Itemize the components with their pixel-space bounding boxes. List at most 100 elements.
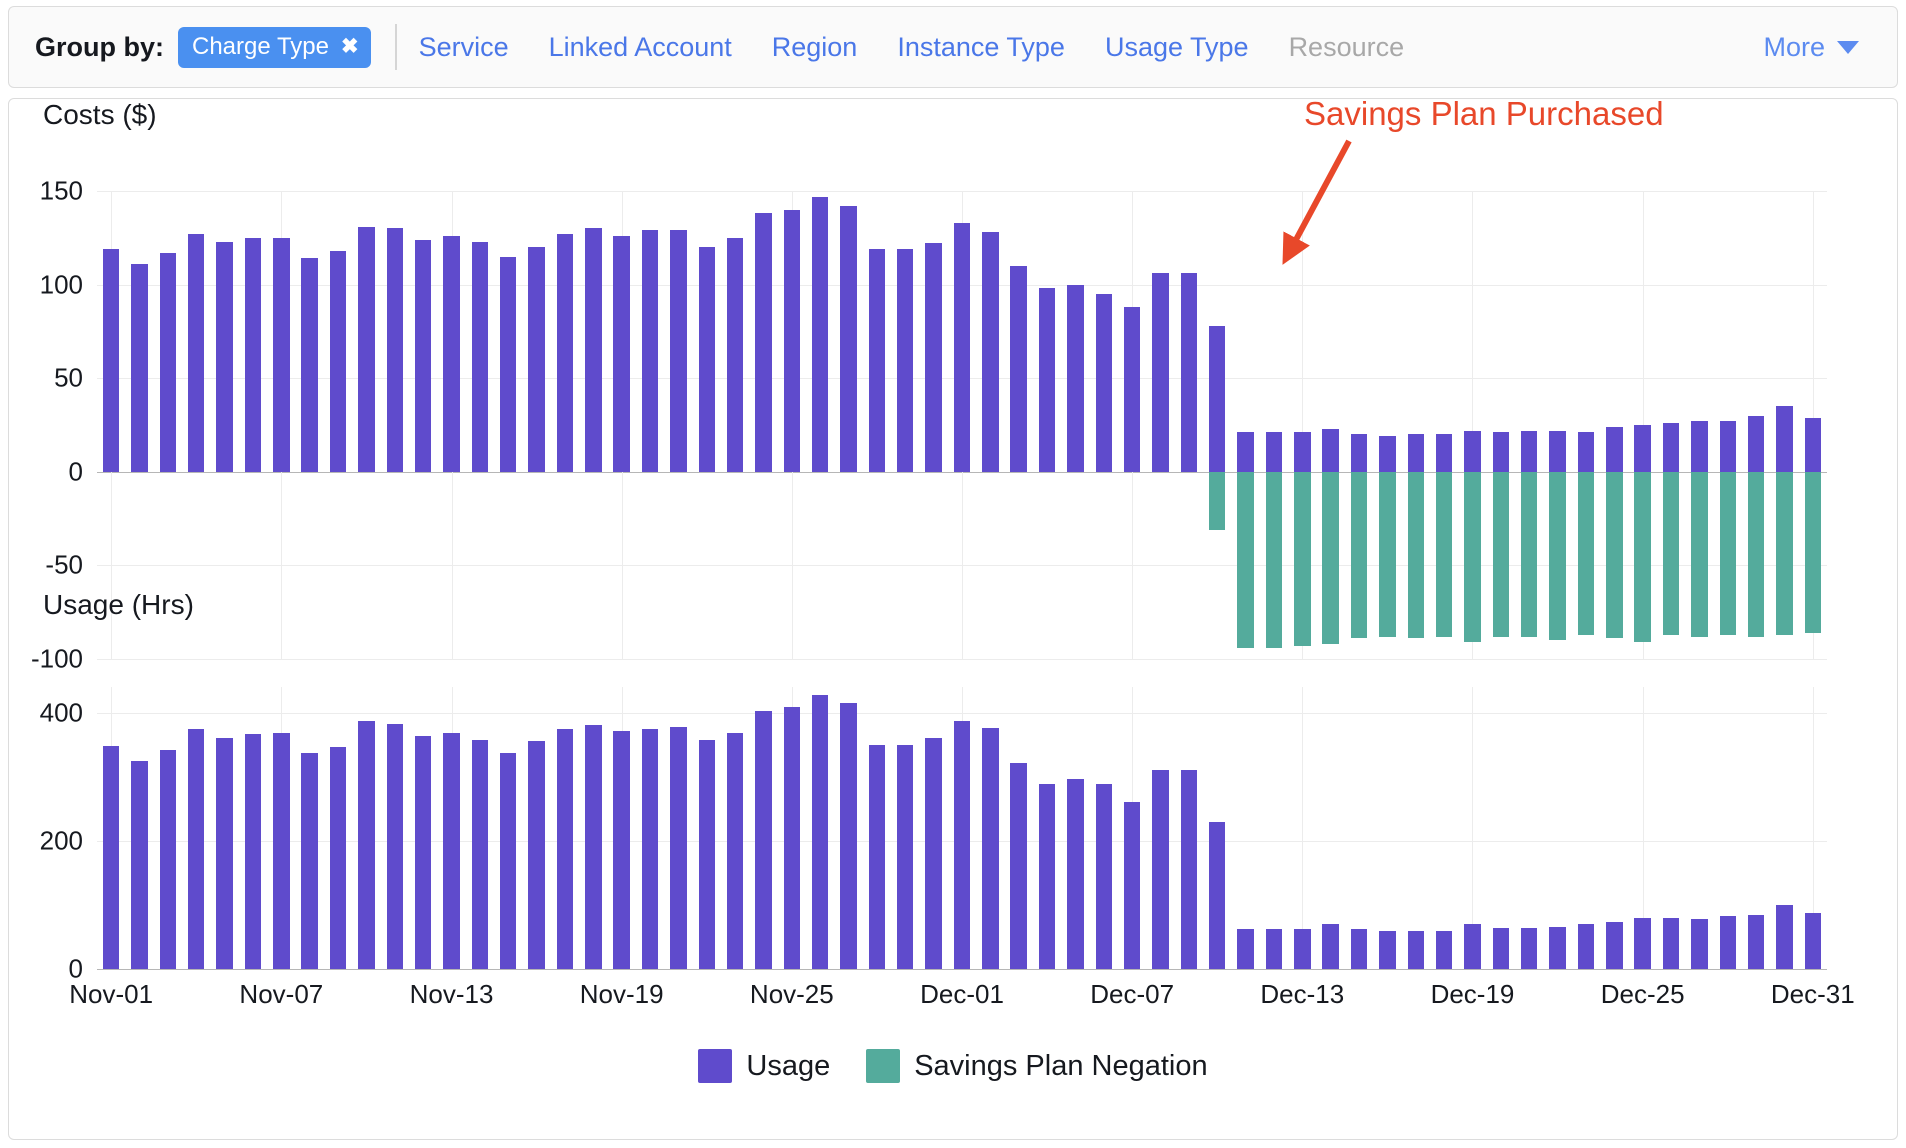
bar-usage[interactable] xyxy=(585,724,602,969)
bar-usage[interactable] xyxy=(698,247,715,472)
legend-item-usage[interactable]: Usage xyxy=(698,1049,830,1083)
bar-usage[interactable] xyxy=(1322,924,1339,969)
group-by-option-instance-type[interactable]: Instance Type xyxy=(897,32,1065,63)
bar-usage[interactable] xyxy=(1804,912,1822,969)
bar-usage[interactable] xyxy=(159,252,177,472)
bar-savings-plan-negation[interactable] xyxy=(1237,471,1254,648)
bar-usage[interactable] xyxy=(1350,434,1368,472)
bar-usage[interactable] xyxy=(1776,406,1793,472)
bar-usage[interactable] xyxy=(1095,293,1113,472)
bar-usage[interactable] xyxy=(982,232,999,472)
bar-savings-plan-negation[interactable] xyxy=(1634,471,1651,643)
bar-usage[interactable] xyxy=(528,741,545,969)
bar-usage[interactable] xyxy=(1152,769,1169,969)
bar-savings-plan-negation[interactable] xyxy=(1492,471,1510,637)
bar-usage[interactable] xyxy=(556,234,574,472)
bar-usage[interactable] xyxy=(925,737,942,969)
bar-usage[interactable] xyxy=(1662,917,1680,969)
bar-usage[interactable] xyxy=(1038,288,1056,472)
bar-usage[interactable] xyxy=(1180,273,1198,472)
bar-usage[interactable] xyxy=(953,222,971,472)
bar-usage[interactable] xyxy=(840,205,857,472)
bar-usage[interactable] xyxy=(500,256,517,472)
bar-savings-plan-negation[interactable] xyxy=(1350,471,1368,639)
bar-usage[interactable] xyxy=(1549,430,1566,472)
bar-usage[interactable] xyxy=(102,745,120,969)
bar-usage[interactable] xyxy=(641,230,659,472)
bar-usage[interactable] xyxy=(925,243,942,472)
bar-usage[interactable] xyxy=(1577,924,1595,969)
bar-savings-plan-negation[interactable] xyxy=(1577,471,1595,635)
group-by-option-service[interactable]: Service xyxy=(419,32,509,63)
bar-usage[interactable] xyxy=(1123,801,1141,969)
bar-usage[interactable] xyxy=(358,720,375,969)
bar-usage[interactable] xyxy=(868,249,886,472)
bar-usage[interactable] xyxy=(840,703,857,969)
bar-savings-plan-negation[interactable] xyxy=(1379,471,1396,637)
bar-usage[interactable] xyxy=(244,733,262,969)
bar-usage[interactable] xyxy=(528,247,545,472)
bar-usage[interactable] xyxy=(1237,432,1254,472)
bar-usage[interactable] xyxy=(1095,784,1113,969)
bar-usage[interactable] xyxy=(1180,769,1198,969)
bar-usage[interactable] xyxy=(1776,904,1793,969)
bar-savings-plan-negation[interactable] xyxy=(1265,471,1283,648)
group-by-option-region[interactable]: Region xyxy=(772,32,858,63)
bar-usage[interactable] xyxy=(1719,421,1736,472)
bar-savings-plan-negation[interactable] xyxy=(1747,471,1765,637)
bar-usage[interactable] xyxy=(471,241,489,472)
bar-usage[interactable] xyxy=(897,249,914,472)
close-icon[interactable]: ✖ xyxy=(341,36,359,57)
legend-item-savings-plan-negation[interactable]: Savings Plan Negation xyxy=(866,1049,1208,1083)
bar-savings-plan-negation[interactable] xyxy=(1776,471,1793,635)
bar-savings-plan-negation[interactable] xyxy=(1435,471,1453,637)
bar-usage[interactable] xyxy=(1435,930,1453,969)
bar-usage[interactable] xyxy=(1464,924,1481,969)
bar-usage[interactable] xyxy=(443,235,460,472)
bar-usage[interactable] xyxy=(329,747,347,969)
bar-usage[interactable] xyxy=(1407,930,1424,969)
bar-usage[interactable] xyxy=(329,250,347,472)
bar-usage[interactable] xyxy=(301,258,318,472)
bar-usage[interactable] xyxy=(244,237,262,472)
bar-usage[interactable] xyxy=(273,237,290,472)
bar-usage[interactable] xyxy=(1492,432,1510,472)
bar-usage[interactable] xyxy=(1634,917,1651,969)
bar-usage[interactable] xyxy=(188,729,205,969)
bar-usage[interactable] xyxy=(414,239,432,472)
bar-savings-plan-negation[interactable] xyxy=(1606,471,1623,639)
bar-usage[interactable] xyxy=(1294,432,1311,472)
bar-usage[interactable] xyxy=(1435,434,1453,472)
bar-usage[interactable] xyxy=(443,733,460,969)
bar-usage[interactable] xyxy=(641,728,659,969)
bar-usage[interactable] xyxy=(897,744,914,969)
bar-usage[interactable] xyxy=(386,228,403,472)
bar-usage[interactable] xyxy=(188,234,205,472)
bar-usage[interactable] xyxy=(301,753,318,969)
bar-usage[interactable] xyxy=(868,744,886,969)
bar-usage[interactable] xyxy=(783,706,801,969)
bar-usage[interactable] xyxy=(726,732,744,969)
bar-savings-plan-negation[interactable] xyxy=(1520,471,1538,637)
bar-usage[interactable] xyxy=(1237,928,1254,969)
bar-usage[interactable] xyxy=(1691,421,1708,472)
bar-usage[interactable] xyxy=(414,736,432,969)
bar-usage[interactable] xyxy=(670,727,687,969)
bar-usage[interactable] xyxy=(783,209,801,472)
bar-usage[interactable] xyxy=(811,695,829,969)
bar-usage[interactable] xyxy=(1209,821,1226,969)
bar-usage[interactable] xyxy=(1747,415,1765,472)
bar-usage[interactable] xyxy=(1407,434,1424,472)
bar-usage[interactable] xyxy=(1294,929,1311,969)
bar-savings-plan-negation[interactable] xyxy=(1662,471,1680,635)
bar-usage[interactable] xyxy=(1662,423,1680,472)
bar-usage[interactable] xyxy=(1520,927,1538,969)
bar-usage[interactable] xyxy=(1606,426,1623,472)
bar-usage[interactable] xyxy=(1350,929,1368,969)
bar-usage[interactable] xyxy=(982,728,999,969)
bar-usage[interactable] xyxy=(1634,425,1651,472)
bar-savings-plan-negation[interactable] xyxy=(1209,471,1226,530)
bar-usage[interactable] xyxy=(1123,307,1141,472)
bar-usage[interactable] xyxy=(216,737,233,969)
bar-usage[interactable] xyxy=(1549,926,1566,969)
